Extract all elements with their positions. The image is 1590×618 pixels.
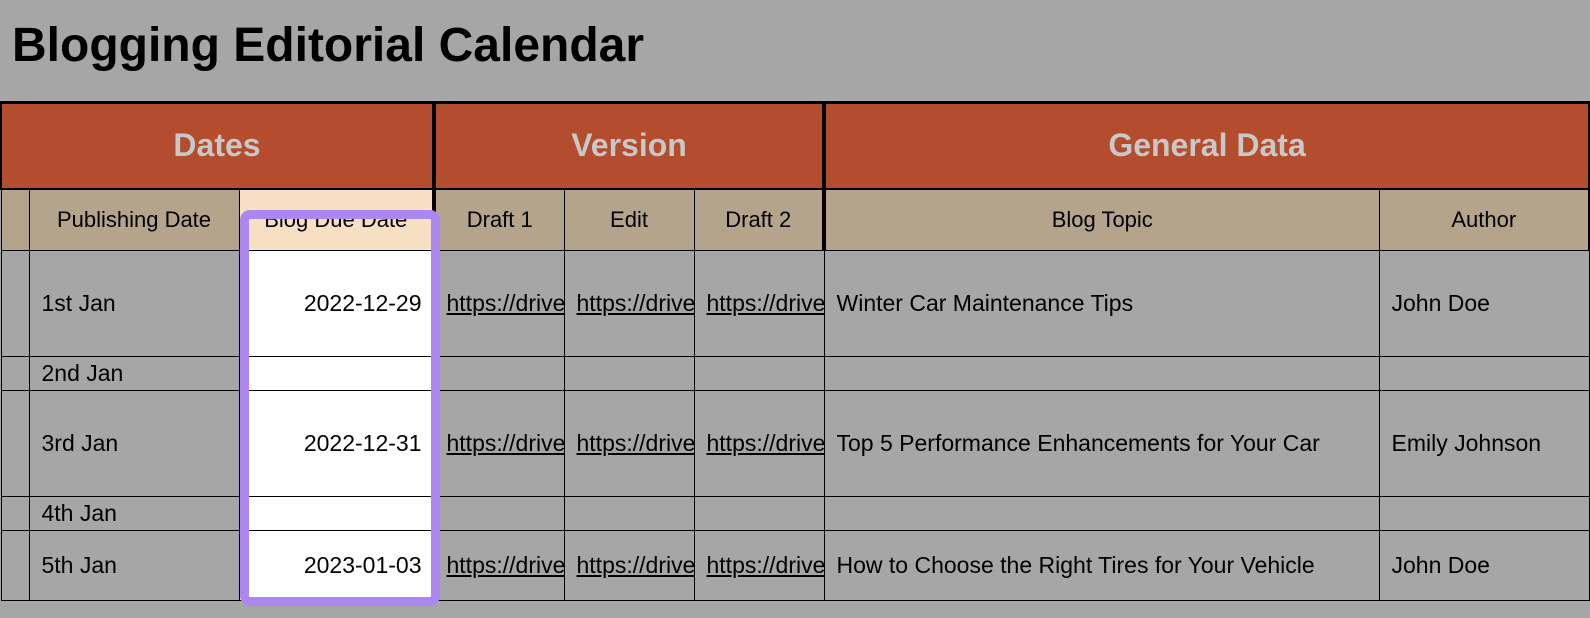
table-row: 1st Jan 2022-12-29 https://drive https:/…: [1, 251, 1589, 357]
cell-topic[interactable]: Top 5 Performance Enhancements for Your …: [824, 391, 1379, 497]
cell-edit-link[interactable]: https://drive: [564, 391, 694, 497]
cell-draft-2-link[interactable]: [694, 357, 824, 391]
group-header-row: Dates Version General Data: [1, 103, 1589, 189]
col-author: Author: [1379, 189, 1589, 251]
table-row: 2nd Jan: [1, 357, 1589, 391]
cell-draft-1-link[interactable]: [434, 357, 564, 391]
gutter-cell: [1, 251, 29, 357]
cell-due-date[interactable]: 2022-12-31: [239, 391, 434, 497]
col-draft-1: Draft 1: [434, 189, 564, 251]
cell-publishing-date[interactable]: 2nd Jan: [29, 357, 239, 391]
cell-author[interactable]: John Doe: [1379, 251, 1589, 357]
col-publishing-date: Publishing Date: [29, 189, 239, 251]
cell-topic[interactable]: Winter Car Maintenance Tips: [824, 251, 1379, 357]
col-blog-topic: Blog Topic: [824, 189, 1379, 251]
gutter-header: [1, 189, 29, 251]
col-blog-due-date: Blog Due Date: [239, 189, 434, 251]
cell-due-date[interactable]: 2023-01-03: [239, 531, 434, 601]
cell-author[interactable]: [1379, 357, 1589, 391]
gutter-cell: [1, 497, 29, 531]
cell-publishing-date[interactable]: 3rd Jan: [29, 391, 239, 497]
cell-draft-2-link[interactable]: [694, 497, 824, 531]
cell-due-date[interactable]: [239, 497, 434, 531]
group-dates: Dates: [1, 103, 434, 189]
cell-due-date[interactable]: [239, 357, 434, 391]
col-edit: Edit: [564, 189, 694, 251]
cell-edit-link[interactable]: [564, 357, 694, 391]
cell-publishing-date[interactable]: 1st Jan: [29, 251, 239, 357]
cell-draft-1-link[interactable]: https://drive: [434, 251, 564, 357]
gutter-cell: [1, 357, 29, 391]
cell-author[interactable]: John Doe: [1379, 531, 1589, 601]
cell-edit-link[interactable]: https://drive: [564, 531, 694, 601]
cell-topic[interactable]: [824, 497, 1379, 531]
table-row: 4th Jan: [1, 497, 1589, 531]
cell-author[interactable]: Emily Johnson: [1379, 391, 1589, 497]
cell-edit-link[interactable]: [564, 497, 694, 531]
page-title: Blogging Editorial Calendar: [0, 0, 1590, 101]
table-row: 3rd Jan 2022-12-31 https://drive https:/…: [1, 391, 1589, 497]
column-header-row: Publishing Date Blog Due Date Draft 1 Ed…: [1, 189, 1589, 251]
group-general: General Data: [824, 103, 1589, 189]
cell-draft-1-link[interactable]: [434, 497, 564, 531]
cell-draft-1-link[interactable]: https://drive: [434, 531, 564, 601]
cell-due-date[interactable]: 2022-12-29: [239, 251, 434, 357]
table-row: 5th Jan 2023-01-03 https://drive https:/…: [1, 531, 1589, 601]
cell-draft-1-link[interactable]: https://drive: [434, 391, 564, 497]
gutter-cell: [1, 391, 29, 497]
cell-draft-2-link[interactable]: https://drive: [694, 251, 824, 357]
cell-publishing-date[interactable]: 5th Jan: [29, 531, 239, 601]
cell-topic[interactable]: [824, 357, 1379, 391]
group-version: Version: [434, 103, 824, 189]
editorial-table: Dates Version General Data Publishing Da…: [0, 101, 1590, 601]
gutter-cell: [1, 531, 29, 601]
cell-draft-2-link[interactable]: https://drive: [694, 531, 824, 601]
col-draft-2: Draft 2: [694, 189, 824, 251]
cell-edit-link[interactable]: https://drive: [564, 251, 694, 357]
cell-topic[interactable]: How to Choose the Right Tires for Your V…: [824, 531, 1379, 601]
cell-draft-2-link[interactable]: https://drive: [694, 391, 824, 497]
cell-publishing-date[interactable]: 4th Jan: [29, 497, 239, 531]
cell-author[interactable]: [1379, 497, 1589, 531]
